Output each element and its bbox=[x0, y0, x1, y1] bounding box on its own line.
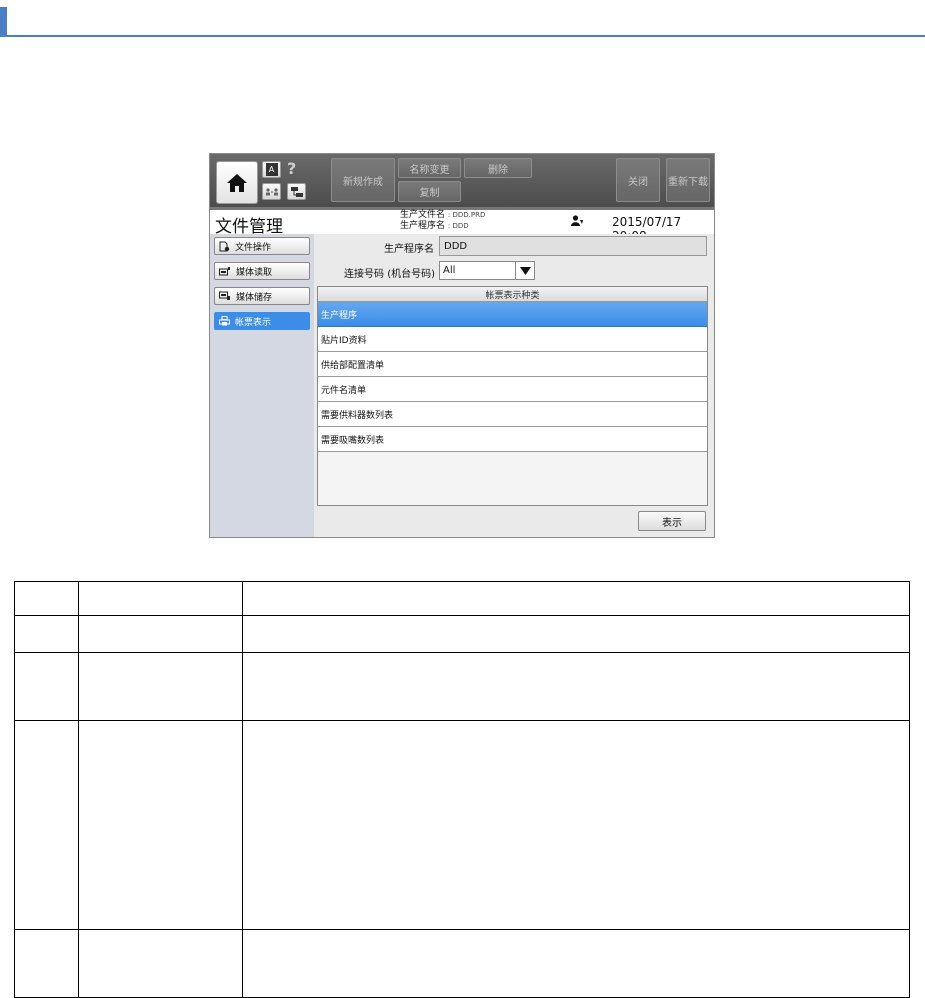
show-button-label: 表示 bbox=[662, 517, 682, 529]
close-button[interactable]: 关闭 bbox=[616, 158, 660, 202]
reload-label: 重新下载 bbox=[668, 176, 708, 188]
close-label: 关闭 bbox=[628, 176, 648, 188]
file-info: 生产文件名 : DDD.PRD 生产程序名 : DDD bbox=[400, 210, 485, 232]
user-switch-button[interactable] bbox=[262, 183, 281, 200]
prod-prog-value: : DDD bbox=[447, 222, 469, 230]
list-item-label: 需要供料器数列表 bbox=[321, 410, 394, 421]
table-cell bbox=[241, 720, 911, 930]
list-item[interactable]: 生产程序 bbox=[318, 302, 707, 327]
header-divider bbox=[0, 35, 925, 37]
program-name-field: DDD bbox=[439, 236, 707, 256]
connection-number-dropdown[interactable] bbox=[515, 261, 535, 280]
file-gear-icon bbox=[219, 241, 230, 251]
table-cell bbox=[77, 581, 243, 616]
program-name-value: DDD bbox=[444, 240, 468, 252]
table-row bbox=[14, 652, 911, 721]
table-cell bbox=[77, 615, 243, 653]
table-row bbox=[14, 720, 911, 930]
home-icon bbox=[227, 173, 247, 192]
prod-prog-label: 生产程序名 bbox=[400, 221, 446, 231]
sidebar-item-file-operation[interactable]: 文件操作 bbox=[214, 237, 310, 255]
transfer-button[interactable] bbox=[287, 183, 306, 200]
new-button[interactable]: 新规作成 bbox=[331, 158, 395, 202]
connection-number-label: 连接号码 (机台号码) bbox=[344, 269, 435, 280]
table-cell bbox=[77, 929, 243, 998]
table-cell bbox=[14, 720, 79, 930]
chevron-down-icon bbox=[519, 266, 531, 275]
connection-number-value: All bbox=[443, 265, 456, 276]
help-icon: ? bbox=[287, 159, 297, 178]
table-cell bbox=[14, 615, 79, 653]
list-item-label: 供给部配置清单 bbox=[321, 360, 385, 371]
table-cell bbox=[14, 652, 79, 721]
table-cell bbox=[241, 581, 911, 616]
auto-icon: A bbox=[265, 163, 278, 176]
transfer-icon bbox=[290, 186, 303, 197]
report-type-list: 帐票表示种类 生产程序 贴片ID资料 供给部配置清单 元件名清单 需要供料器数列… bbox=[317, 286, 708, 506]
rename-label: 名称变更 bbox=[409, 164, 450, 176]
connection-number-select[interactable]: All bbox=[439, 261, 517, 280]
copy-label: 复制 bbox=[419, 188, 440, 199]
prod-file-label: 生产文件名 bbox=[400, 210, 446, 220]
list-item[interactable]: 供给部配置清单 bbox=[318, 352, 707, 377]
table-row bbox=[14, 581, 911, 616]
copy-button[interactable]: 复制 bbox=[398, 181, 461, 202]
table-cell bbox=[241, 929, 911, 998]
table-cell bbox=[77, 652, 243, 721]
media-read-icon bbox=[219, 267, 230, 276]
list-item[interactable]: 需要吸嘴数列表 bbox=[318, 427, 707, 452]
delete-label: 删除 bbox=[488, 164, 508, 176]
printer-icon bbox=[219, 316, 230, 326]
prod-file-value: : DDD.PRD bbox=[447, 211, 486, 219]
sidebar-item-media-save[interactable]: 媒体储存 bbox=[214, 287, 310, 305]
list-header-label: 帐票表示种类 bbox=[485, 290, 540, 301]
new-label: 新规作成 bbox=[343, 176, 383, 188]
sidebar-item-media-read[interactable]: 媒体读取 bbox=[214, 262, 310, 280]
auto-button[interactable]: A bbox=[262, 161, 281, 178]
operator-icon bbox=[571, 215, 584, 229]
sidebar-item-label: 媒体读取 bbox=[236, 267, 273, 278]
home-button[interactable] bbox=[216, 161, 258, 204]
table-cell bbox=[241, 615, 911, 653]
delete-button[interactable]: 删除 bbox=[464, 158, 532, 178]
table-cell bbox=[14, 581, 79, 616]
list-header: 帐票表示种类 bbox=[318, 287, 707, 302]
list-item-label: 贴片ID资料 bbox=[321, 335, 367, 346]
rename-button[interactable]: 名称变更 bbox=[398, 158, 461, 178]
screen-capture: A ? 新规作成 名称变更 删除 复制 关闭 重新下载 文件管理 生产文件名 :… bbox=[209, 153, 715, 538]
sidebar-item-label: 文件操作 bbox=[235, 242, 272, 253]
list-item[interactable]: 元件名清单 bbox=[318, 377, 707, 402]
reload-button[interactable]: 重新下载 bbox=[666, 158, 710, 202]
table-cell bbox=[241, 652, 911, 721]
list-item[interactable]: 需要供料器数列表 bbox=[318, 402, 707, 427]
description-table bbox=[14, 581, 911, 998]
list-item-label: 需要吸嘴数列表 bbox=[321, 435, 385, 446]
table-row bbox=[14, 929, 911, 998]
table-cell bbox=[14, 929, 79, 998]
list-item-label: 元件名清单 bbox=[321, 385, 367, 396]
table-cell bbox=[77, 720, 243, 930]
list-item[interactable]: 贴片ID资料 bbox=[318, 327, 707, 352]
program-name-label: 生产程序名 bbox=[384, 244, 434, 255]
media-save-icon bbox=[219, 291, 230, 300]
table-row bbox=[14, 615, 911, 653]
sidebar-item-label: 帐票表示 bbox=[235, 317, 272, 328]
sidebar-item-label: 媒体储存 bbox=[236, 292, 273, 303]
header-accent-bar bbox=[0, 7, 7, 35]
help-button[interactable]: ? bbox=[287, 159, 296, 178]
show-button[interactable]: 表示 bbox=[638, 511, 706, 531]
users-icon bbox=[265, 187, 278, 195]
sidebar-item-report-display[interactable]: 帐票表示 bbox=[214, 312, 310, 330]
list-item-label: 生产程序 bbox=[321, 310, 358, 321]
